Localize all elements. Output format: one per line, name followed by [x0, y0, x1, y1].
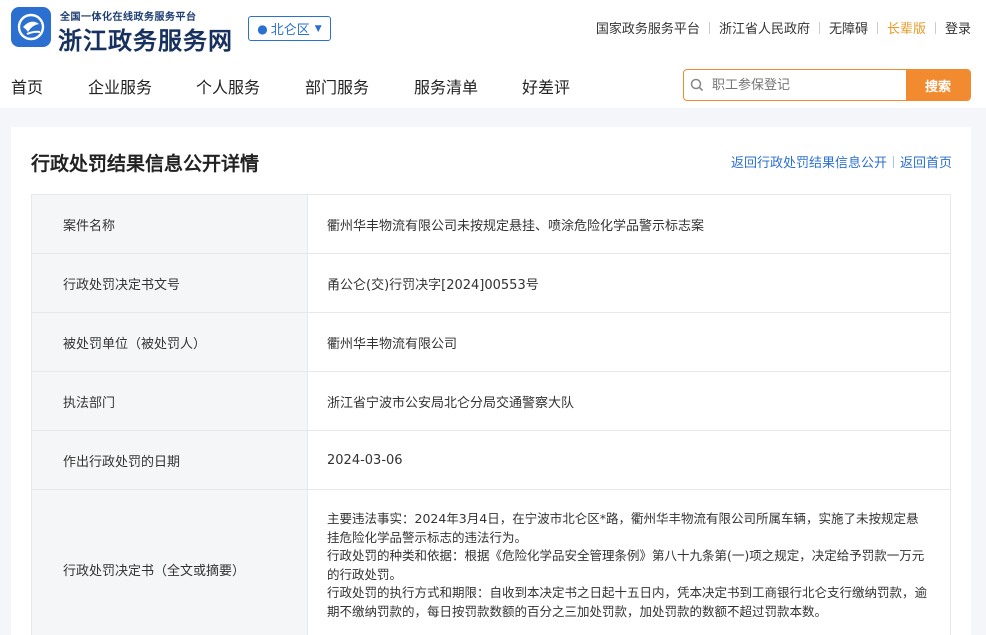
site-header: 全国一体化在线政务服务平台 浙江政务服务网 ● 北仑区 ▼ 国家政务服务平台 浙…: [0, 0, 986, 108]
nav-item-home[interactable]: 首页: [11, 74, 43, 98]
nav-item-departments[interactable]: 部门服务: [305, 74, 369, 98]
penalty-date-label: 作出行政处罚的日期: [32, 431, 308, 489]
region-label: 北仑区: [270, 23, 310, 38]
nav-item-rating[interactable]: 好差评: [522, 74, 570, 98]
detail-table: 案件名称 衢州华丰物流有限公司未按规定悬挂、喷涂危险化学品警示标志案 行政处罚决…: [31, 194, 951, 635]
link-accessibility[interactable]: 无障碍: [829, 18, 868, 37]
decision-text-label: 行政处罚决定书（全文或摘要）: [32, 490, 308, 635]
region-selector[interactable]: ● 北仑区 ▼: [248, 16, 331, 41]
detail-panel: 行政处罚结果信息公开详情 返回行政处罚结果信息公开 返回首页 案件名称 衢州华丰…: [11, 127, 971, 635]
table-row: 案件名称 衢州华丰物流有限公司未按规定悬挂、喷涂危险化学品警示标志案: [31, 195, 951, 254]
case-name-value: 衢州华丰物流有限公司未按规定悬挂、喷涂危险化学品警示标志案: [327, 218, 705, 234]
site-logo-icon[interactable]: [11, 7, 51, 47]
penalty-date-value: 2024-03-06: [327, 452, 403, 468]
link-elder-version[interactable]: 长辈版: [887, 18, 926, 37]
search-icon: [684, 70, 710, 100]
location-pin-icon: ●: [257, 21, 268, 36]
nav-item-service-list[interactable]: 服务清单: [414, 74, 478, 98]
back-to-home-link[interactable]: 返回首页: [900, 152, 952, 171]
decision-paragraph: 行政处罚的执行方式和期限：自收到本决定书之日起十五日内，凭本决定书到工商银行北仑…: [327, 585, 928, 619]
nav-item-personal[interactable]: 个人服务: [196, 74, 260, 98]
penalized-party-label: 被处罚单位（被处罚人）: [32, 313, 308, 371]
divider: [892, 155, 894, 168]
enforcement-department-value: 浙江省宁波市公安局北仑分局交通警察大队: [327, 395, 575, 411]
search-button[interactable]: 搜索: [906, 70, 970, 100]
table-row: 作出行政处罚的日期 2024-03-06: [31, 431, 951, 490]
decision-number-label: 行政处罚决定书文号: [32, 254, 308, 312]
decision-paragraph: 行政处罚的种类和依据：根据《危险化学品安全管理条例》第八十九条第(一)项之规定，…: [327, 548, 925, 582]
table-row: 行政处罚决定书文号 甬公仑(交)行罚决字[2024]00553号: [31, 254, 951, 313]
decision-paragraph: 主要违法事实：2024年3月4日，在宁波市北仑区*路，衢州华丰物流有限公司所属车…: [327, 511, 919, 545]
caret-down-icon: ▼: [314, 23, 322, 34]
decision-number-value: 甬公仑(交)行罚决字[2024]00553号: [327, 277, 539, 293]
page-title: 行政处罚结果信息公开详情: [31, 153, 260, 175]
logo-title[interactable]: 浙江政务服务网: [58, 21, 233, 56]
link-national-platform[interactable]: 国家政务服务平台: [596, 18, 700, 37]
penalized-party-value: 衢州华丰物流有限公司: [327, 336, 458, 352]
decision-text-value: 主要违法事实：2024年3月4日，在宁波市北仑区*路，衢州华丰物流有限公司所属车…: [308, 490, 950, 635]
table-row: 行政处罚决定书（全文或摘要） 主要违法事实：2024年3月4日，在宁波市北仑区*…: [31, 490, 951, 635]
search-bar: 搜索: [683, 69, 971, 101]
nav-item-enterprise[interactable]: 企业服务: [88, 74, 152, 98]
table-row: 执法部门 浙江省宁波市公安局北仑分局交通警察大队: [31, 372, 951, 431]
divider: [818, 21, 820, 34]
back-to-list-link[interactable]: 返回行政处罚结果信息公开: [731, 152, 887, 171]
login-link[interactable]: 登录: [945, 18, 971, 37]
divider: [876, 21, 878, 34]
divider: [708, 21, 710, 34]
link-provincial-government[interactable]: 浙江省人民政府: [719, 18, 810, 37]
breadcrumb-links: 返回行政处罚结果信息公开 返回首页: [731, 152, 952, 171]
top-links: 国家政务服务平台 浙江省人民政府 无障碍 长辈版 登录: [596, 18, 971, 37]
enforcement-department-label: 执法部门: [32, 372, 308, 430]
search-input[interactable]: [710, 70, 906, 100]
case-name-label: 案件名称: [32, 195, 308, 253]
table-row: 被处罚单位（被处罚人） 衢州华丰物流有限公司: [31, 313, 951, 372]
divider: [934, 21, 936, 34]
